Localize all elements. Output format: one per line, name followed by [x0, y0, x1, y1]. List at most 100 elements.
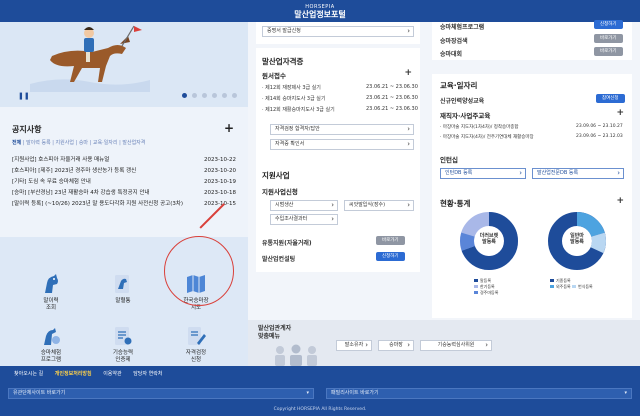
training-row-date: 23.09.06 ~ 23.10.27 [576, 124, 623, 129]
notice-item-date: 2023-10-22 [204, 157, 236, 163]
notice-item-text: [말이력 등록] (~10/26) 2023년 말 용도다각화 지원 사전신청 … [12, 201, 184, 207]
legend-label: 외주등록 [556, 284, 571, 289]
notice-tab[interactable]: 지원사업 [56, 140, 74, 146]
notice-item-text: [승마] [부산경남] 23년 재활승마 4차 강습생 특정공지 안내 [12, 190, 150, 196]
legend-swatch [474, 291, 478, 294]
education-title: 교육·일자리 [440, 81, 478, 90]
qualification-check-button[interactable]: 자격증 확인서 [270, 139, 414, 150]
support-title: 지원사업 [262, 171, 290, 180]
application-row-text: · 제12회 재활승마지도사 3급 실기 [262, 107, 335, 113]
stakeholder-menu-title: 말산업관계자 맞춤메뉴 [258, 325, 292, 340]
family-sites-select[interactable]: 패밀리사이트 바로가기 [326, 388, 632, 399]
pedigree-document-icon [115, 275, 129, 293]
internship-title: 인턴십 [440, 156, 458, 164]
legend-swatch [550, 285, 554, 288]
quick-horse-pedigree[interactable]: 말혈통 [100, 273, 146, 305]
legend-label: 번식등록 [578, 284, 593, 289]
consulting-apply-button[interactable]: 신청하기 [376, 252, 405, 261]
general-horse-legend: 기종등록 외주등록 번식등록 [550, 278, 593, 290]
horse-rider-illustration [30, 25, 150, 92]
certificate-issue-button[interactable]: 증명서 발급신청 [262, 26, 414, 37]
slider-pause-button[interactable]: ❚❚ [18, 92, 30, 100]
slider-dot[interactable] [202, 93, 207, 98]
riding-program-apply-button[interactable]: 신청하기 [594, 20, 623, 29]
annotation-circle [164, 236, 234, 306]
notice-item-text: [호스피아] [제주] 2023년 경주마 생산농가 등록 갱신 [12, 168, 137, 174]
training-row[interactable]: · 마장마술 지도자(4차)/ 전주기연대체 재활승마장 23.09.06 ~ 2… [440, 134, 623, 140]
notice-item[interactable]: [말이력 등록] (~10/26) 2023년 말 용도다각화 지원 사전신청 … [12, 199, 236, 210]
slider-dot[interactable] [222, 93, 227, 98]
notice-tabs: 전체 | 말이력 등록 | 지원사업 | 승마 | 교육·일자리 | 말산업자격 [12, 140, 146, 146]
notice-item[interactable]: [호스피아] [제주] 2023년 경주마 생산농가 등록 갱신 2023-10-… [12, 166, 236, 177]
footer-link-directions[interactable]: 찾아오시는 길 [14, 371, 43, 377]
left-column: ❚❚ 공지사항 + 전체 | 말이력 등록 | 지원사업 | 승마 | 교육·일… [0, 22, 248, 366]
application-row[interactable]: · 제12회 재활승마지도사 3급 실기 23.06.21 ~ 23.06.30 [262, 106, 418, 113]
qualification-card: 말산업자격증 원서접수 + · 제12회 재장제사 3급 실기 23.06.21 … [256, 48, 420, 176]
right-column: 승마체험프로그램 신청하기 승마장검색 바로가기 승마대회 바로가기 교육·일자… [428, 20, 640, 366]
support-button-pilot[interactable]: 시범생산 [270, 200, 338, 211]
site-logo[interactable]: HORSEPIA 말산업정보포털 [0, 4, 640, 19]
footer-link-terms[interactable]: 이용약관 [103, 371, 121, 377]
support-button-import[interactable]: 수입조사결과터 [270, 214, 338, 225]
stats-card: 현황·통계 + 더러브렛 말등록 일반마 말등록 말등록 한기등록 경주마등록 … [432, 192, 632, 318]
notice-item[interactable]: [승마] [부산경남] 23년 재활승마 4차 강습생 특정공지 안내 2023-… [12, 188, 236, 199]
quick-label: 말혈통 [115, 298, 131, 304]
legend-item: 경주마등록 [474, 290, 498, 296]
horse-head-icon [45, 274, 58, 293]
slider-dot[interactable] [232, 93, 237, 98]
application-row-date: 23.06.21 ~ 23.06.30 [366, 84, 418, 90]
legend-swatch [474, 285, 478, 288]
trade-support-label: 유통지원(자율거래) [262, 240, 312, 247]
stats-more-button[interactable]: + [616, 196, 624, 206]
slider-dot[interactable] [192, 93, 197, 98]
site-footer: 찾아오시는 길 개인정보처리방침 이용약관 담당자 연락처 유관단체사이트 바로… [0, 366, 640, 416]
training-row[interactable]: · 마장마술 지도자(1차4차)/ 정착승마종합 23.09.06 ~ 23.10… [440, 124, 623, 130]
stakeholder-tab-examiner[interactable]: 기승능력심사위원 [420, 340, 492, 351]
notice-tab[interactable]: 교육·일자리 [93, 140, 118, 146]
exam-result-button[interactable]: 자격검정 합격자/답안 [270, 124, 414, 135]
notice-tab[interactable]: 전체 [12, 140, 21, 146]
notice-item[interactable]: [기타] 도심 속 무료 승마체험 안내 2023-10-19 [12, 177, 236, 188]
notice-item-date: 2023-10-18 [204, 190, 236, 196]
slider-dot[interactable] [212, 93, 217, 98]
trade-support-go-button[interactable]: 바로가기 [376, 236, 405, 245]
footer-link-contact[interactable]: 담당자 연락처 [133, 371, 162, 377]
support-apply-title: 지원사업신청 [262, 188, 298, 196]
notice-tab[interactable]: 말이력 등록 [26, 140, 51, 146]
application-row-text: · 제14회 승마지도사 3급 실기 [262, 96, 326, 102]
cert-card: 증명서 발급신청 [256, 22, 420, 44]
quick-riding-program[interactable]: 승마체험 프로그램 [28, 325, 74, 364]
support-card: 지원사업 지원사업신청 시범생산 씨앗말입식(장수) 수입조사결과터 유통지원(… [256, 162, 420, 272]
notice-tab[interactable]: 말산업자격 [122, 140, 145, 146]
legend-label: 경주마등록 [480, 290, 499, 295]
quick-riding-certification[interactable]: 기승능력 인증제 [100, 325, 146, 364]
stats-title: 현황·통계 [440, 199, 471, 208]
employee-training-more-button[interactable]: + [616, 108, 624, 118]
consulting-label: 말산업컨설팅 [262, 256, 296, 263]
related-sites-select[interactable]: 유관단체사이트 바로가기 [8, 388, 314, 399]
notice-item-text: [기타] 도심 속 무료 승마체험 안내 [12, 179, 91, 185]
intern-db-register-button[interactable]: 인턴DB 등록 [440, 168, 526, 179]
notice-tab[interactable]: 승마 [79, 140, 88, 146]
footer-link-privacy[interactable]: 개인정보처리방침 [55, 371, 92, 377]
riding-search-go-button[interactable]: 바로가기 [594, 34, 623, 43]
notice-item-date: 2023-10-20 [204, 168, 236, 174]
notice-more-button[interactable]: + [224, 121, 234, 135]
notice-item[interactable]: [지원사업] 호스피아 자율거래 사용 매뉴얼 2023-10-22 [12, 155, 236, 166]
application-row[interactable]: · 제14회 승마지도사 3급 실기 23.06.21 ~ 23.06.30 [262, 95, 418, 102]
expert-db-register-button[interactable]: 말산업전문DB 등록 [532, 168, 624, 179]
support-button-breeding[interactable]: 씨앗말입식(장수) [344, 200, 414, 211]
riding-competition-go-button[interactable]: 바로가기 [594, 47, 623, 56]
slider-dot[interactable] [182, 93, 187, 98]
application-more-button[interactable]: + [404, 68, 412, 78]
application-row-date: 23.06.21 ~ 23.06.30 [366, 106, 418, 112]
stakeholder-tab-owner[interactable]: 말소유자 [336, 340, 372, 351]
stakeholder-menu: 말산업관계자 맞춤메뉴 말소유자 승마장 기승능력심사위원 [248, 320, 640, 366]
stakeholder-tab-riding-center[interactable]: 승마장 [378, 340, 414, 351]
people-icon [275, 344, 317, 366]
quick-horse-history[interactable]: 말이력 조회 [28, 273, 74, 312]
slider-pagination [182, 93, 237, 98]
quick-exam-apply[interactable]: 자격검정 신청 [173, 325, 219, 364]
application-row[interactable]: · 제12회 재장제사 3급 실기 23.06.21 ~ 23.06.30 [262, 84, 418, 91]
new-training-apply-button[interactable]: 참여신청 [596, 94, 625, 103]
